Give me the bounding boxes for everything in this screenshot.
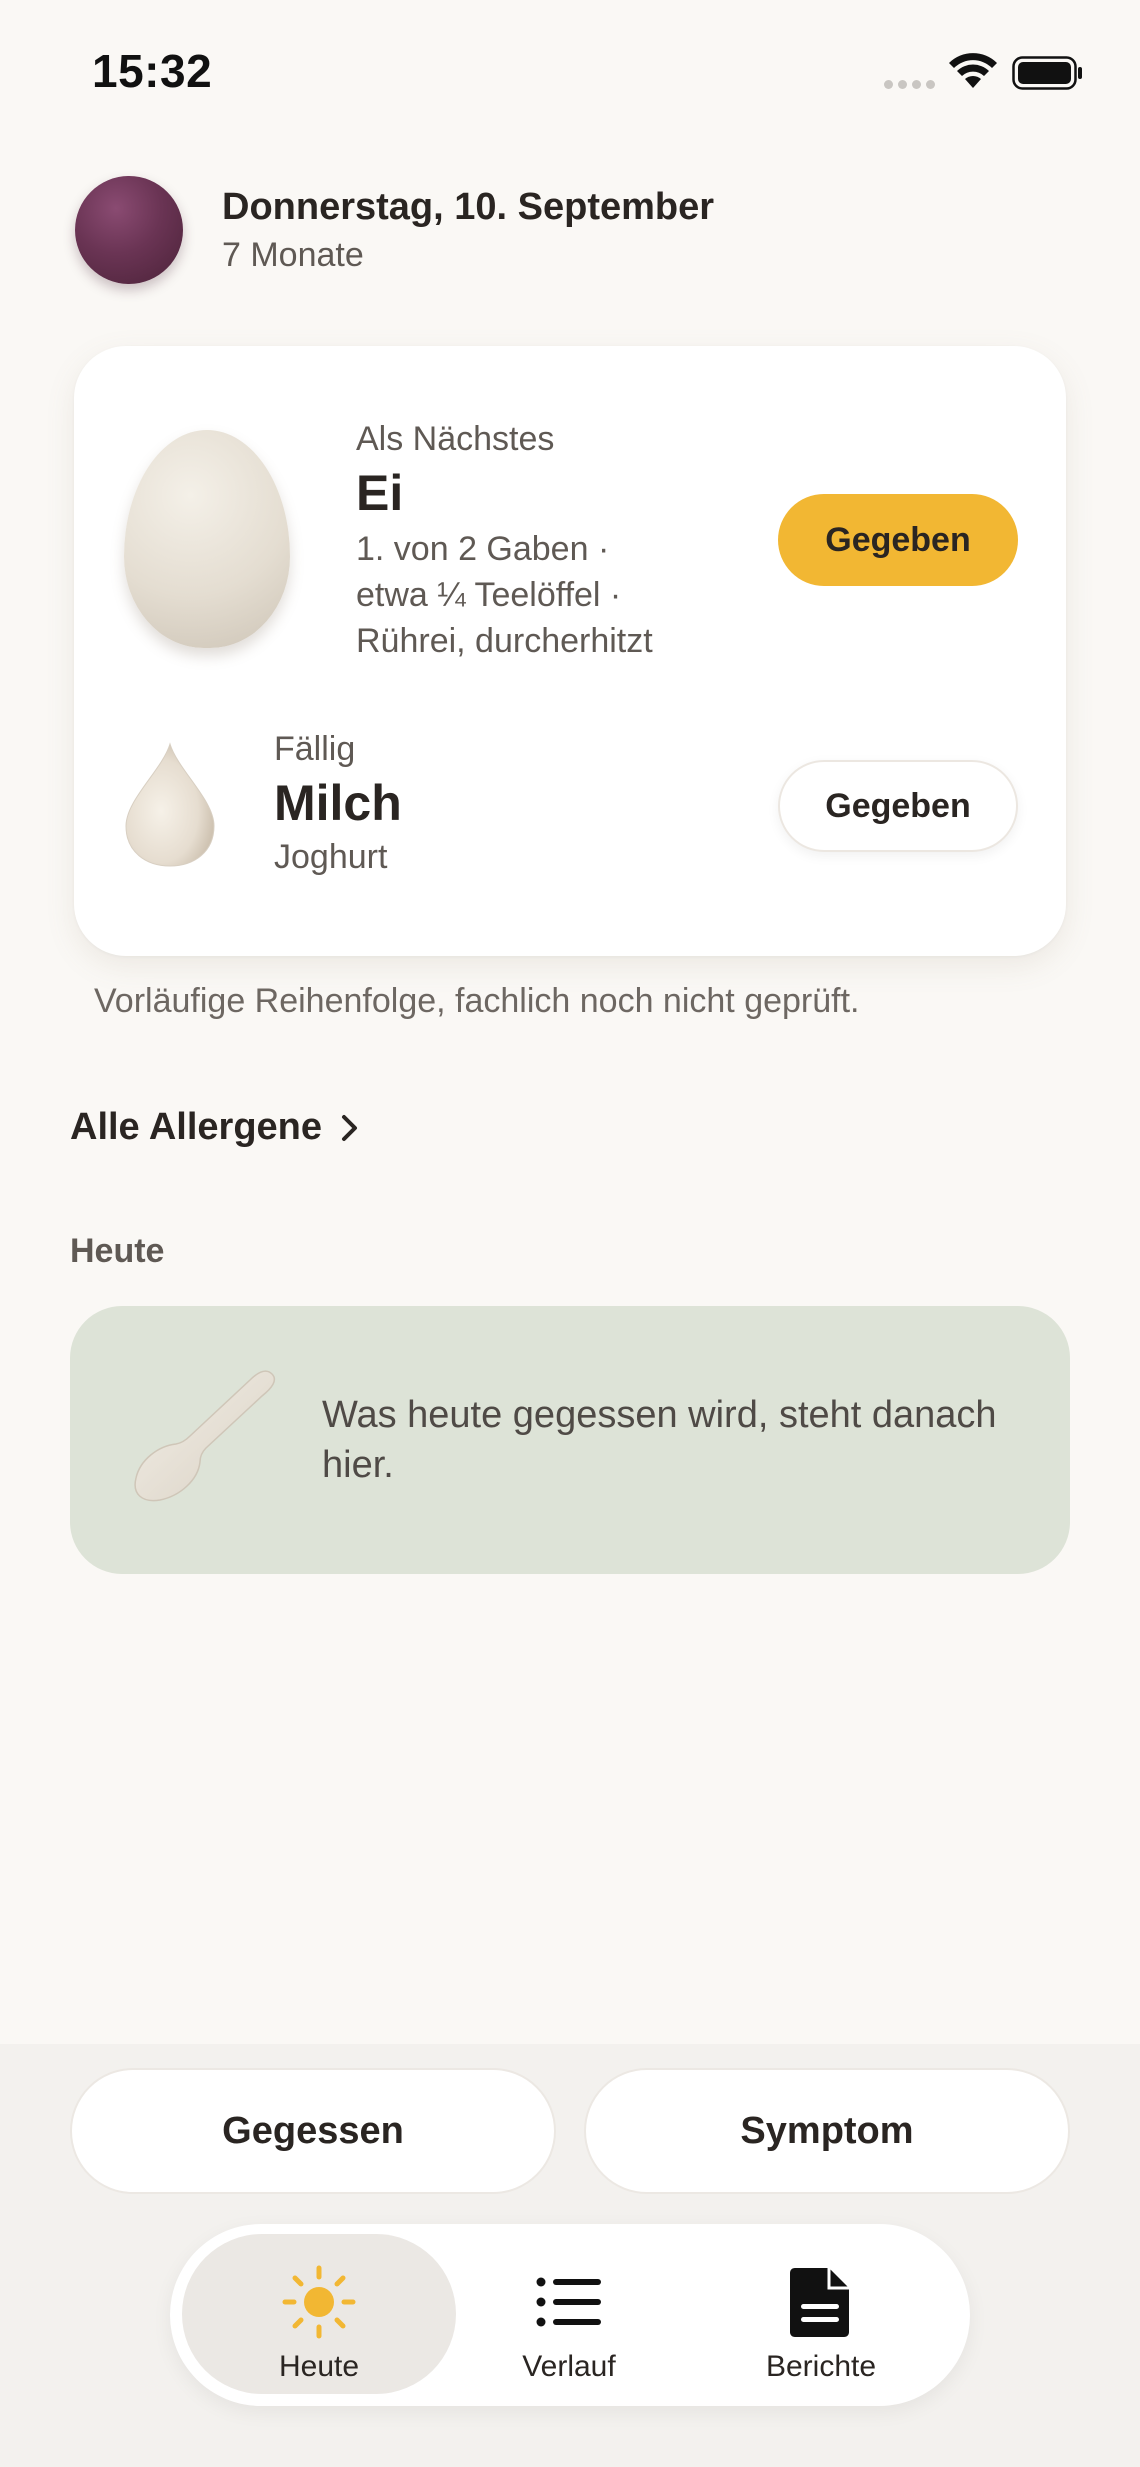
sun-icon [282, 2265, 356, 2339]
egg-illustration [124, 430, 290, 648]
eaten-button[interactable]: Gegessen [70, 2068, 556, 2194]
next-allergen-card: Als Nächstes Ei 1. von 2 Gaben · etwa ¼ … [74, 346, 1066, 956]
list-icon [536, 2277, 601, 2327]
status-bar: 15:32 [0, 0, 1140, 140]
disclaimer-text: Vorläufige Reihenfolge, fachlich noch ni… [94, 982, 860, 1020]
header-age: 7 Monate [222, 236, 364, 274]
chevron-right-icon [342, 1114, 358, 1141]
tab-label: Heute [278, 2350, 360, 2383]
spoon-illustration [134, 1370, 276, 1502]
next-detail-line: etwa ¼ Teelöffel · [356, 576, 622, 614]
given-button-milk[interactable]: Gegeben [778, 760, 1018, 852]
next-detail-line: Rührei, durcherhitzt [356, 622, 653, 660]
given-button-egg[interactable]: Gegeben [778, 494, 1018, 586]
signal-icon [884, 80, 936, 90]
tab-bar: Heute Verlauf Berichte [170, 2224, 970, 2406]
next-allergen-detail: 1. von 2 Gaben · etwa ¼ Teelöffel · Rühr… [356, 526, 736, 664]
bottom-area: Gegessen Symptom Heute Verlauf Berichte [0, 2044, 1140, 2467]
document-icon [790, 2268, 849, 2337]
status-time: 15:32 [92, 45, 213, 97]
header: Donnerstag, 10. September 7 Monate [70, 172, 1070, 292]
wifi-icon [949, 53, 997, 88]
all-allergens-label: Alle Allergene [70, 1106, 323, 1148]
milk-drop-illustration [125, 742, 215, 867]
header-date: Donnerstag, 10. September [222, 186, 715, 228]
battery-icon [1012, 56, 1082, 90]
tab-reports[interactable]: Berichte [684, 2234, 958, 2394]
next-detail-line: 1. von 2 Gaben · [356, 530, 610, 568]
due-allergen-name: Milch [274, 775, 402, 831]
tab-history[interactable]: Verlauf [432, 2234, 706, 2394]
today-empty-text: Was heute gegessen wird, steht danach hi… [322, 1394, 997, 1486]
tab-label: Verlauf [522, 2350, 616, 2383]
due-allergen-detail: Joghurt [274, 838, 388, 876]
tab-today[interactable]: Heute [182, 2234, 456, 2394]
today-heading: Heute [70, 1232, 165, 1270]
next-allergen-name: Ei [356, 465, 404, 521]
today-empty-card: Was heute gegessen wird, steht danach hi… [70, 1306, 1070, 1574]
avatar[interactable] [75, 176, 183, 284]
next-label: Als Nächstes [356, 420, 555, 458]
due-label: Fällig [274, 730, 356, 768]
all-allergens-link[interactable]: Alle Allergene [70, 1106, 362, 1149]
symptom-button[interactable]: Symptom [584, 2068, 1070, 2194]
tab-label: Berichte [765, 2350, 877, 2383]
